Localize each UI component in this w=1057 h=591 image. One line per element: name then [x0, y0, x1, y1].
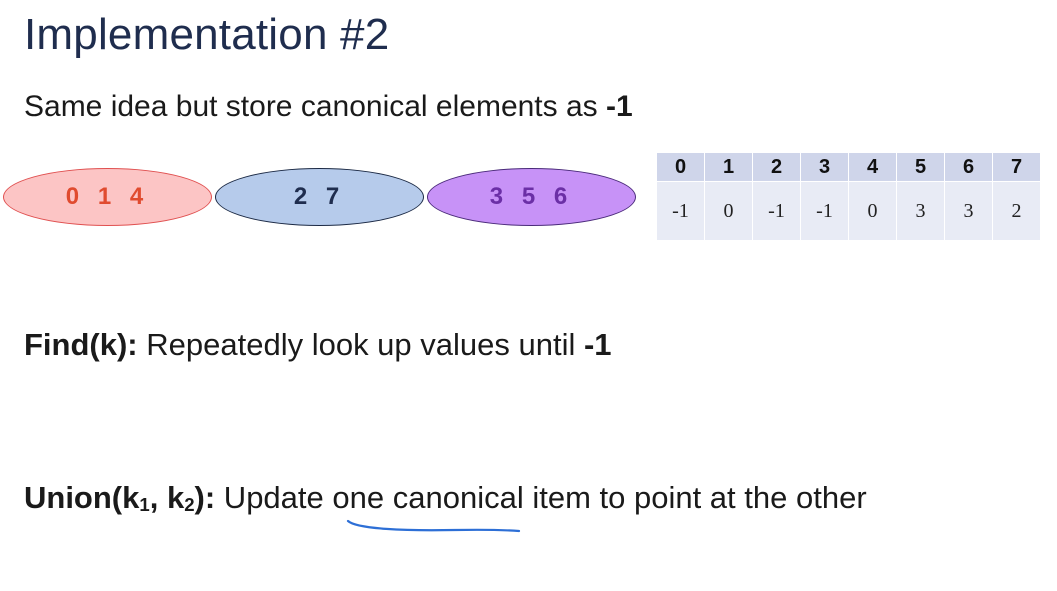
union-label-prefix: Union(k — [24, 480, 140, 515]
find-emphasis: -1 — [583, 327, 612, 362]
union-highlighted-word: one — [332, 480, 385, 515]
index-cell: 2 — [752, 152, 801, 182]
index-cell: 5 — [896, 152, 945, 182]
set-label-1: 2 7 — [293, 183, 346, 210]
value-cell: 3 — [944, 181, 993, 241]
handwritten-underline — [346, 519, 521, 533]
value-cell: 0 — [704, 181, 753, 241]
parent-array-table: 0 1 2 3 4 5 6 7 -1 0 -1 -1 0 3 3 2 — [656, 152, 1041, 241]
subtitle-emphasis: -1 — [606, 90, 633, 123]
union-sub-1: 1 — [139, 493, 150, 515]
slide-title: Implementation #2 — [24, 10, 390, 59]
value-cell: -1 — [752, 181, 801, 241]
union-description: Union(k1, k2): Update one canonical item… — [24, 480, 867, 516]
index-cell: 0 — [656, 152, 705, 182]
set-ellipse-0: 0 1 4 — [3, 168, 212, 226]
index-cell: 4 — [848, 152, 897, 182]
index-cell: 3 — [800, 152, 849, 182]
index-cell: 1 — [704, 152, 753, 182]
set-label-2: 3 5 6 — [489, 183, 574, 210]
index-row: 0 1 2 3 4 5 6 7 — [656, 152, 1041, 182]
set-label-0: 0 1 4 — [65, 183, 150, 210]
index-cell: 6 — [944, 152, 993, 182]
union-text-after: canonical item to point at the other — [384, 480, 867, 515]
value-cell: 3 — [896, 181, 945, 241]
find-description: Find(k): Repeatedly look up values until… — [24, 327, 612, 363]
union-label-suffix: ): — [194, 480, 216, 515]
find-label: Find(k): — [24, 327, 138, 362]
value-cell: 2 — [992, 181, 1041, 241]
union-label-mid: , k — [149, 480, 185, 515]
value-row: -1 0 -1 -1 0 3 3 2 — [656, 181, 1041, 241]
find-text: Repeatedly look up values until — [137, 327, 584, 362]
set-ellipse-1: 2 7 — [215, 168, 424, 226]
subtitle-text: Same idea but store canonical elements a… — [24, 90, 606, 123]
slide-subtitle: Same idea but store canonical elements a… — [24, 90, 633, 124]
set-ellipse-2: 3 5 6 — [427, 168, 636, 226]
index-cell: 7 — [992, 152, 1041, 182]
value-cell: -1 — [656, 181, 705, 241]
value-cell: 0 — [848, 181, 897, 241]
union-label: Union(k1, k2): — [24, 480, 215, 515]
union-text-before: Update — [215, 480, 333, 515]
value-cell: -1 — [800, 181, 849, 241]
union-sub-2: 2 — [184, 493, 195, 515]
